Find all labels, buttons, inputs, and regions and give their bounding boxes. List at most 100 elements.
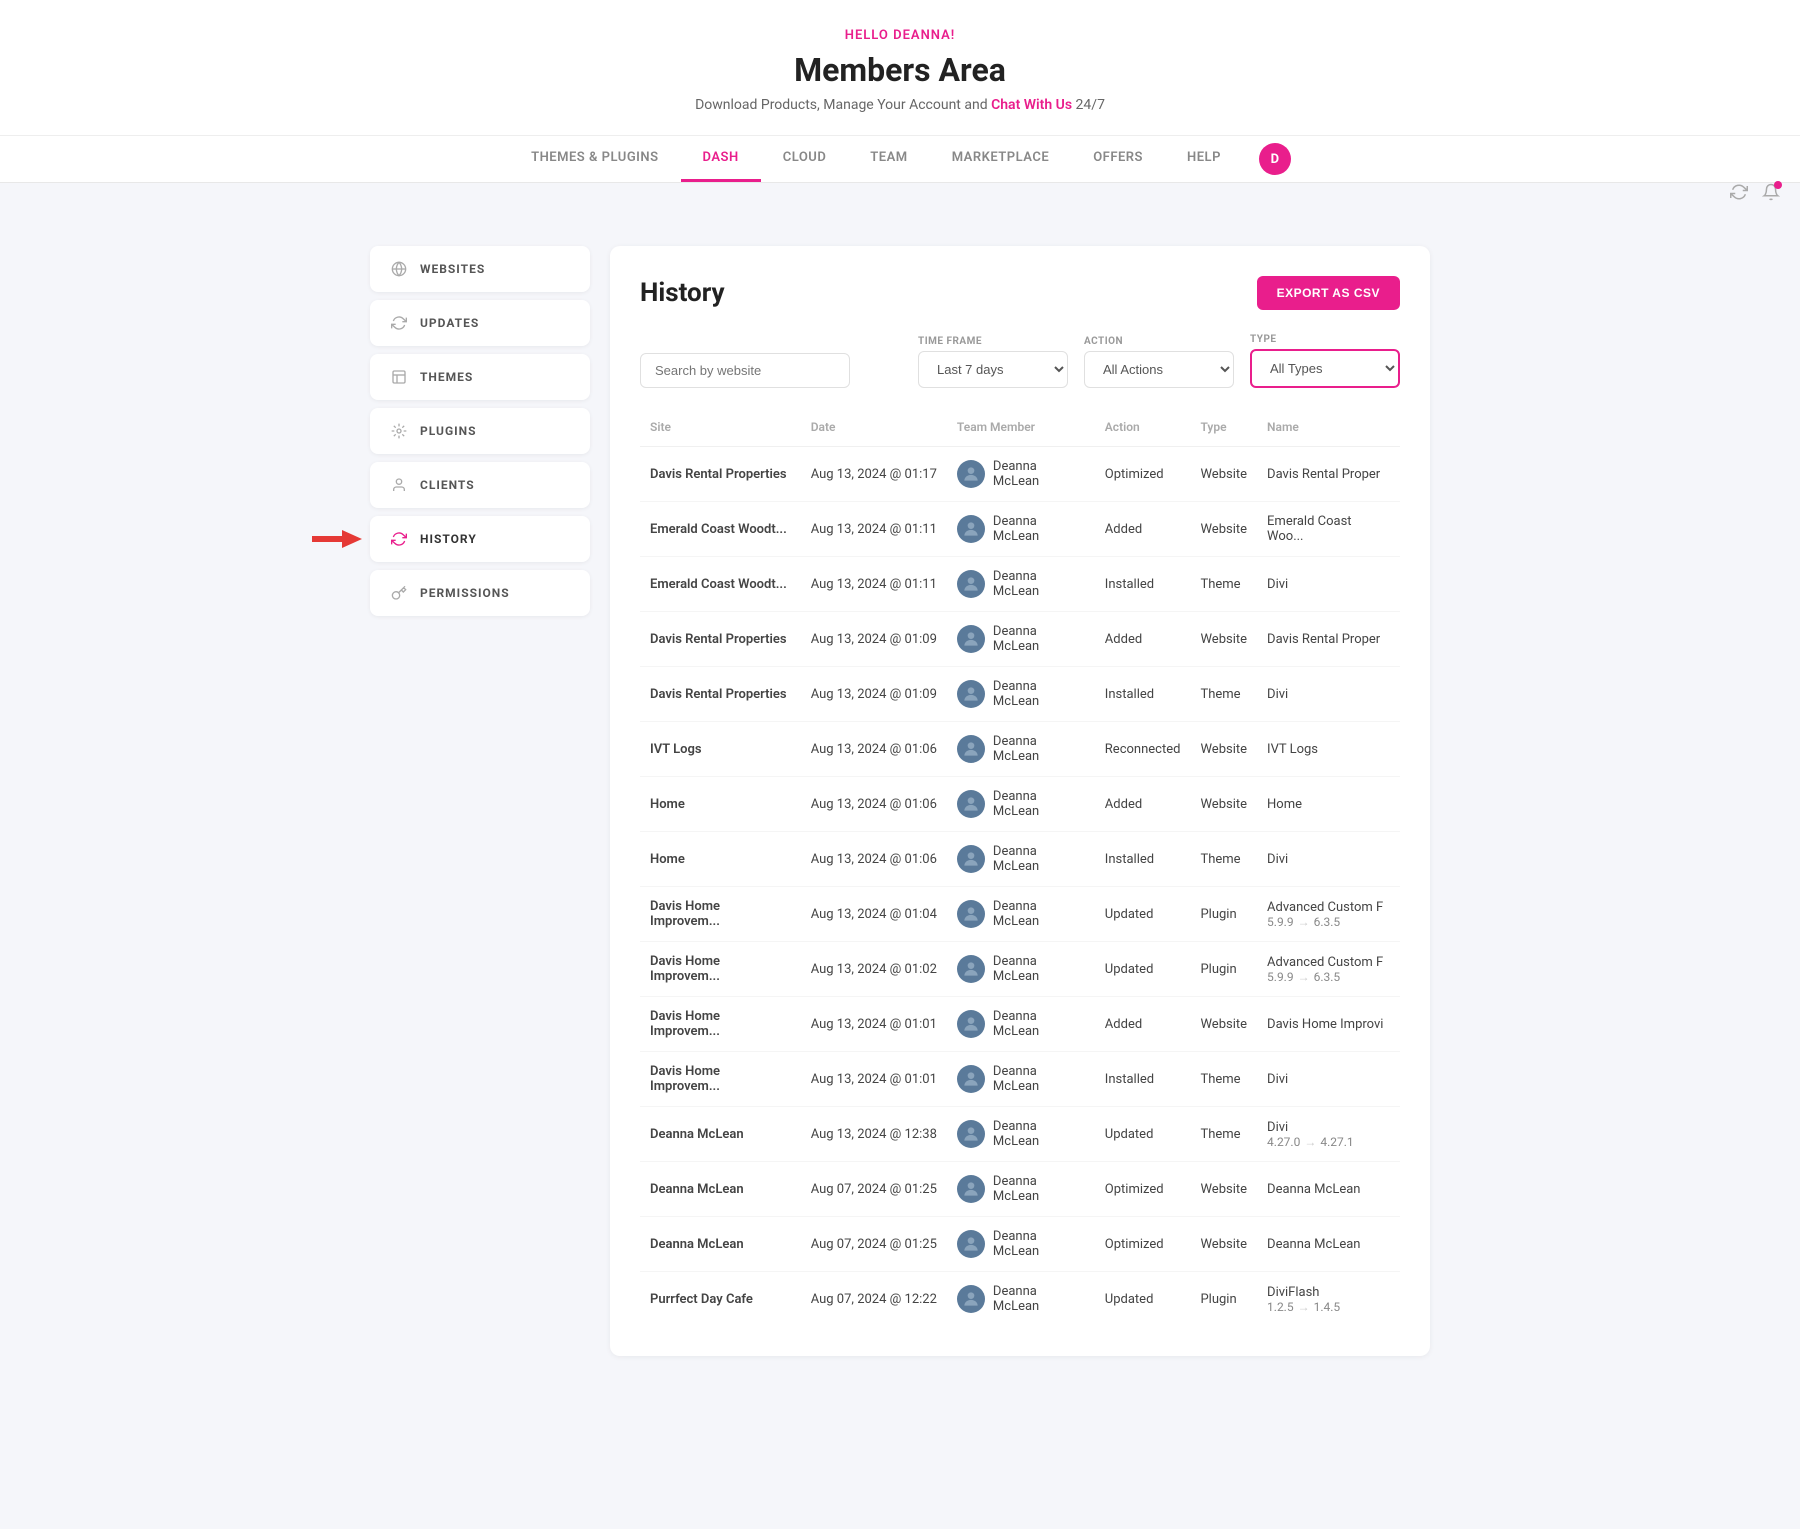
toolbar-icons <box>0 183 1800 206</box>
chat-link[interactable]: Chat With Us <box>991 97 1072 113</box>
sidebar-item-history[interactable]: HISTORY <box>370 516 590 562</box>
subtitle-post: 24/7 <box>1072 97 1105 113</box>
cell-type: Theme <box>1190 667 1257 722</box>
nav-cloud[interactable]: CLOUD <box>761 136 849 182</box>
table-row: Home Aug 13, 2024 @ 01:06 Deanna McLean … <box>640 777 1400 832</box>
table-row: Deanna McLean Aug 07, 2024 @ 01:25 Deann… <box>640 1162 1400 1217</box>
table-row: Deanna McLean Aug 07, 2024 @ 01:25 Deann… <box>640 1217 1400 1272</box>
refresh-button[interactable] <box>1730 183 1748 206</box>
type-label: TYPE <box>1250 334 1400 345</box>
nav-team[interactable]: TEAM <box>848 136 929 182</box>
sidebar-item-websites[interactable]: WEBSITES <box>370 246 590 292</box>
version-info: 5.9.9 → 6.3.5 <box>1267 970 1390 984</box>
cell-type: Website <box>1190 722 1257 777</box>
cell-action: Updated <box>1095 887 1191 942</box>
member-name: Deanna McLean <box>993 624 1085 654</box>
subtitle: Download Products, Manage Your Account a… <box>0 97 1800 113</box>
cell-name: Home <box>1257 777 1400 832</box>
table-row: Deanna McLean Aug 13, 2024 @ 12:38 Deann… <box>640 1107 1400 1162</box>
version-to: 6.3.5 <box>1314 970 1341 984</box>
cell-date: Aug 13, 2024 @ 01:02 <box>801 942 947 997</box>
cell-type: Theme <box>1190 557 1257 612</box>
cell-site: Home <box>640 832 801 887</box>
cell-type: Theme <box>1190 1107 1257 1162</box>
col-site: Site <box>640 412 801 447</box>
member-name: Deanna McLean <box>993 459 1085 489</box>
globe-icon <box>390 260 408 278</box>
table-row: Emerald Coast Woodt... Aug 13, 2024 @ 01… <box>640 557 1400 612</box>
cell-date: Aug 07, 2024 @ 01:25 <box>801 1162 947 1217</box>
member-avatar <box>957 460 985 488</box>
cell-site: Purrfect Day Cafe <box>640 1272 801 1327</box>
item-name: Deanna McLean <box>1267 1182 1360 1197</box>
cell-date: Aug 13, 2024 @ 01:01 <box>801 1052 947 1107</box>
notification-button[interactable] <box>1762 183 1780 206</box>
layout-icon <box>390 368 408 386</box>
cell-action: Updated <box>1095 1272 1191 1327</box>
cell-action: Installed <box>1095 667 1191 722</box>
type-select[interactable]: All Types Website Theme Plugin <box>1250 349 1400 388</box>
item-name: Divi <box>1267 687 1288 702</box>
search-input[interactable] <box>640 353 850 388</box>
cell-name: Divi 4.27.0 → 4.27.1 <box>1257 1107 1400 1162</box>
cell-type: Website <box>1190 997 1257 1052</box>
cell-type: Website <box>1190 777 1257 832</box>
nav-dash[interactable]: DASH <box>681 136 761 182</box>
cell-date: Aug 13, 2024 @ 01:11 <box>801 557 947 612</box>
timeframe-select[interactable]: Last 7 days Last 30 days Last 90 days <box>918 351 1068 388</box>
sidebar-label-permissions: PERMISSIONS <box>420 586 510 600</box>
cell-action: Optimized <box>1095 447 1191 502</box>
member-avatar <box>957 1285 985 1313</box>
cell-member: Deanna McLean <box>947 832 1095 887</box>
sidebar-item-plugins[interactable]: PLUGINS <box>370 408 590 454</box>
page-title: Members Area <box>0 51 1800 89</box>
nav-offers[interactable]: OFFERS <box>1071 136 1165 182</box>
sidebar-item-updates[interactable]: UPDATES <box>370 300 590 346</box>
sidebar-label-websites: WEBSITES <box>420 262 485 276</box>
table-row: Davis Home Improvem... Aug 13, 2024 @ 01… <box>640 997 1400 1052</box>
main-nav: THEMES & PLUGINS DASH CLOUD TEAM MARKETP… <box>0 135 1800 182</box>
nav-help[interactable]: HELP <box>1165 136 1243 182</box>
page-container: WEBSITES UPDATES THEMES <box>350 216 1450 1386</box>
sidebar-item-clients[interactable]: CLIENTS <box>370 462 590 508</box>
key-icon <box>390 584 408 602</box>
action-select[interactable]: All Actions Installed Updated Optimized … <box>1084 351 1234 388</box>
cell-member: Deanna McLean <box>947 502 1095 557</box>
cell-member: Deanna McLean <box>947 1052 1095 1107</box>
member-avatar <box>957 900 985 928</box>
cell-site: Davis Home Improvem... <box>640 1052 801 1107</box>
cell-site: IVT Logs <box>640 722 801 777</box>
export-csv-button[interactable]: EXPORT AS CSV <box>1257 276 1400 310</box>
nav-marketplace[interactable]: MARKETPLACE <box>930 136 1072 182</box>
col-action: Action <box>1095 412 1191 447</box>
cell-date: Aug 13, 2024 @ 01:09 <box>801 612 947 667</box>
sidebar-item-themes[interactable]: THEMES <box>370 354 590 400</box>
cell-type: Theme <box>1190 1052 1257 1107</box>
nav-themes-plugins[interactable]: THEMES & PLUGINS <box>509 136 680 182</box>
cell-date: Aug 07, 2024 @ 01:25 <box>801 1217 947 1272</box>
cell-action: Added <box>1095 502 1191 557</box>
avatar[interactable]: D <box>1259 143 1291 175</box>
plugin-icon <box>390 422 408 440</box>
cell-name: Advanced Custom F 5.9.9 → 6.3.5 <box>1257 942 1400 997</box>
table-row: Davis Rental Properties Aug 13, 2024 @ 0… <box>640 447 1400 502</box>
cell-member: Deanna McLean <box>947 447 1095 502</box>
item-name: Divi <box>1267 1072 1288 1087</box>
cell-name: Divi <box>1257 667 1400 722</box>
cell-type: Plugin <box>1190 887 1257 942</box>
cell-action: Installed <box>1095 557 1191 612</box>
sidebar-item-permissions[interactable]: PERMISSIONS <box>370 570 590 616</box>
cell-action: Added <box>1095 997 1191 1052</box>
member-avatar <box>957 570 985 598</box>
history-table: Site Date Team Member Action Type Name D… <box>640 412 1400 1326</box>
member-name: Deanna McLean <box>993 1119 1085 1149</box>
member-name: Deanna McLean <box>993 569 1085 599</box>
cell-member: Deanna McLean <box>947 777 1095 832</box>
version-to: 4.27.1 <box>1320 1135 1353 1149</box>
cell-date: Aug 13, 2024 @ 01:01 <box>801 997 947 1052</box>
search-group <box>640 353 850 388</box>
cell-action: Updated <box>1095 942 1191 997</box>
action-label: ACTION <box>1084 336 1234 347</box>
cell-type: Website <box>1190 612 1257 667</box>
item-name: IVT Logs <box>1267 742 1318 757</box>
